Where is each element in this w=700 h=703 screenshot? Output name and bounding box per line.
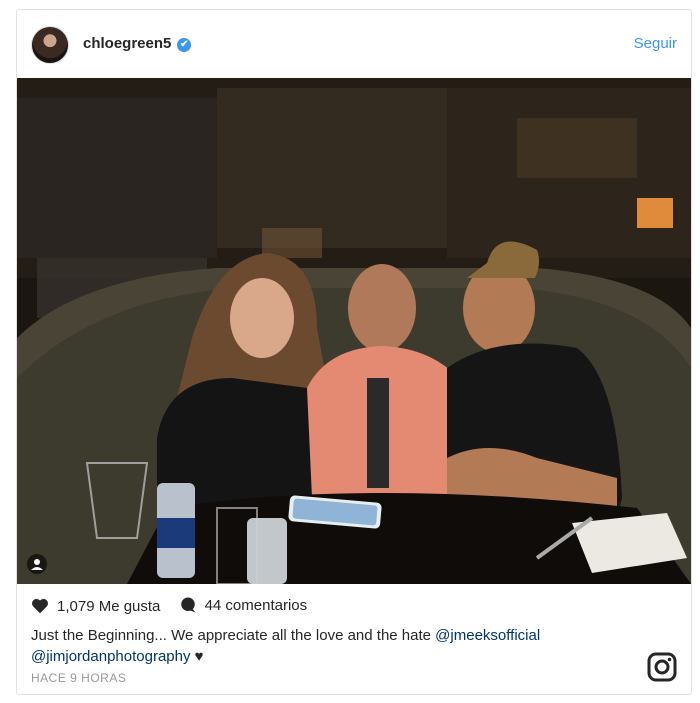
likes-count[interactable]: 1,079 Me gusta xyxy=(31,598,160,615)
avatar[interactable] xyxy=(31,26,69,64)
tagged-people-icon[interactable] xyxy=(27,554,47,574)
instagram-embed-card: chloegreen5 ✔ Seguir 1,079 Me gusta 44 c… xyxy=(16,9,692,695)
post-header: chloegreen5 ✔ Seguir xyxy=(17,10,691,78)
comments-text: 44 comentarios xyxy=(204,596,308,614)
post-stats: 1,079 Me gusta 44 comentarios xyxy=(31,596,321,618)
post-photo[interactable] xyxy=(17,78,691,584)
comment-bubble-icon xyxy=(180,597,196,613)
caption-text: Just the Beginning... We appreciate all … xyxy=(31,627,436,644)
caption-heart: ♥ xyxy=(190,648,204,665)
username-text: chloegreen5 xyxy=(83,35,172,52)
mention-link[interactable]: @jmeeksofficial xyxy=(435,627,540,644)
heart-icon xyxy=(32,598,48,614)
post-caption: Just the Beginning... We appreciate all … xyxy=(31,625,631,667)
verified-badge-icon: ✔ xyxy=(177,38,192,52)
follow-button[interactable]: Seguir xyxy=(634,35,677,52)
mention-link[interactable]: @jimjordanphotography xyxy=(31,648,191,665)
post-timestamp[interactable]: HACE 9 HORAS xyxy=(31,671,126,685)
comments-count[interactable]: 44 comentarios xyxy=(179,596,308,614)
likes-text: 1,079 Me gusta xyxy=(57,597,161,615)
instagram-logo-icon[interactable] xyxy=(647,652,677,687)
username-link[interactable]: chloegreen5 ✔ xyxy=(83,35,192,52)
